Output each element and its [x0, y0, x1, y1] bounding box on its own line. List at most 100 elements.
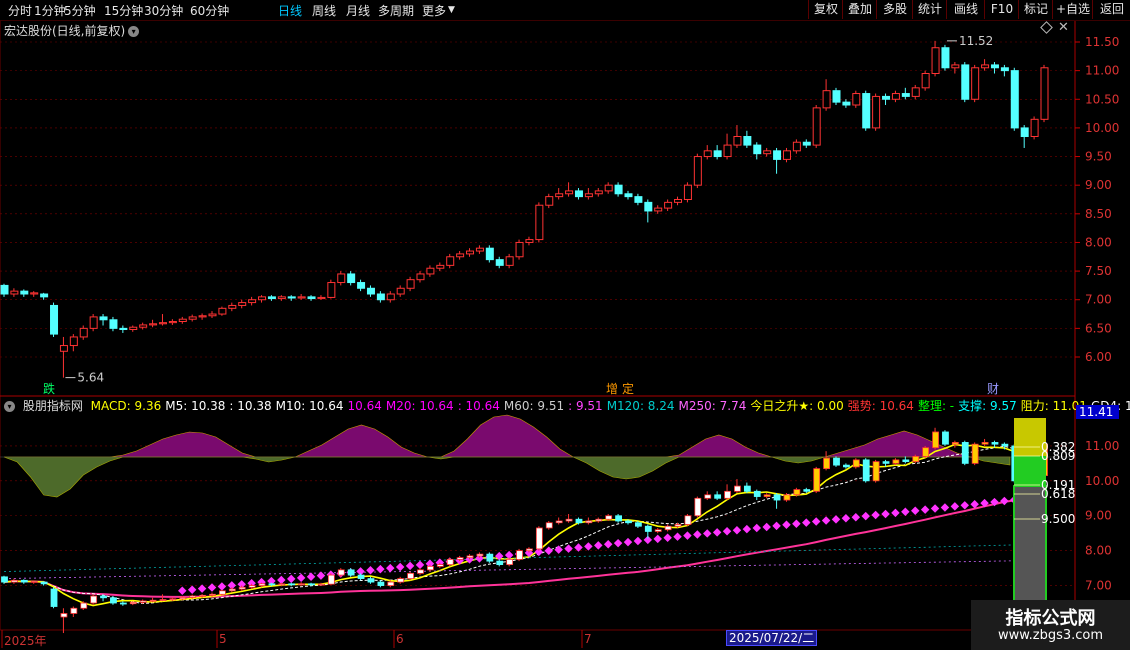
ind-candle-body: [783, 494, 791, 501]
ind-candle-body: [407, 572, 414, 579]
support-diamond: [296, 573, 306, 583]
indicator-value-13: 整理: -: [917, 399, 955, 413]
candle-body: [307, 296, 316, 300]
ind-candle-body: [694, 497, 702, 517]
indicator-value-9: M120: 8.24: [606, 399, 675, 413]
ind-candle-body: [803, 489, 811, 492]
chart-canvas[interactable]: 11.50 11.00 10.50 10.00 9.50 9.00 8.50 8.00 7.50…: [0, 0, 1130, 650]
support-diamond: [207, 583, 217, 592]
candle-body: [961, 64, 970, 100]
macd-positive-area: [4, 414, 1010, 458]
period-tab-4[interactable]: 30分钟: [144, 2, 183, 19]
ind-candle-body: [773, 494, 781, 501]
ind-candle-body: [248, 585, 256, 588]
support-diamond: [395, 562, 405, 572]
candle-body: [802, 141, 811, 146]
ind-candle-body: [664, 525, 672, 531]
period-tab-2[interactable]: 5分钟: [64, 2, 96, 19]
toolbar-button-2[interactable]: 多股: [876, 0, 913, 19]
candle-body: [337, 273, 346, 284]
support-diamond: [673, 532, 682, 541]
toolbar-button-1[interactable]: 叠加: [842, 0, 877, 19]
ind-candle-body: [833, 457, 840, 466]
period-tab-7[interactable]: 周线: [312, 2, 336, 19]
candle-body: [1020, 127, 1029, 137]
ind-candle-body: [684, 515, 692, 525]
ind-candle-body: [387, 581, 395, 586]
candle-body: [782, 150, 791, 160]
toolbar-button-3[interactable]: 统计: [912, 0, 947, 19]
ind-axis-label: 11.00: [1085, 439, 1119, 453]
m5-line: [3, 443, 1044, 607]
indicator-value-14: 支撑: 9.57: [958, 399, 1017, 413]
support-diamond: [415, 560, 425, 570]
ind-candle-body: [545, 522, 553, 529]
indicator-header: ▾ 股朋指标网 MACD: 9.36 M5: 10.38: 10.38 M10: 1…: [0, 397, 1130, 413]
price-axis-label: 11.50: [1085, 35, 1119, 49]
price-axis-label: 6.50: [1085, 321, 1112, 335]
price-axis-label: 6.00: [1085, 350, 1112, 364]
candle-body: [505, 256, 514, 266]
ind-candle-body: [555, 520, 563, 524]
support-diamond: [594, 541, 603, 550]
candle-body: [446, 256, 455, 266]
candle-body: [584, 193, 593, 198]
candle-body: [158, 322, 167, 325]
support-diamond: [712, 528, 722, 537]
support-diamond: [871, 510, 880, 520]
price-axis-label: 10.00: [1085, 121, 1119, 135]
candle-body: [773, 150, 782, 160]
period-tab-5[interactable]: 60分钟: [190, 2, 229, 19]
candle-body: [258, 296, 267, 301]
period-tab-10[interactable]: 更多: [422, 2, 446, 19]
candle-body: [69, 336, 78, 347]
ind-candle-body: [644, 525, 652, 532]
toolbar-button-8[interactable]: 返回: [1092, 0, 1130, 19]
period-tab-6[interactable]: 日线: [278, 2, 302, 19]
candle-body: [208, 313, 217, 317]
ind-candle-body: [327, 574, 335, 585]
period-tab-0[interactable]: 分时: [8, 2, 32, 19]
date-tick-2: 6: [396, 632, 404, 646]
ind-candle-body: [961, 442, 969, 464]
indicator-name[interactable]: 股朋指标网: [23, 399, 83, 413]
ind-candle-body: [922, 447, 930, 457]
ind-candle-body: [50, 588, 58, 607]
candle-body: [981, 64, 990, 69]
more-dropdown-icon[interactable]: ▼: [448, 5, 455, 15]
support-diamond: [405, 561, 415, 571]
toolbar-button-0[interactable]: 复权: [808, 0, 843, 19]
indicator-chevron-icon[interactable]: ▾: [4, 401, 15, 412]
toolbar-button-5[interactable]: F10: [984, 0, 1019, 19]
candle-body: [238, 302, 247, 306]
chevron-down-icon[interactable]: ▾: [128, 26, 140, 37]
candle-body: [931, 47, 940, 74]
period-tab-1[interactable]: 1分钟: [34, 2, 66, 19]
candle-body: [693, 156, 702, 186]
support-diamond: [286, 574, 296, 584]
ind-candle-body: [932, 431, 939, 449]
candle-body: [317, 296, 326, 300]
support-diamond: [178, 586, 187, 596]
toolbar-button-7[interactable]: +自选: [1052, 0, 1093, 19]
candle-body: [733, 136, 742, 146]
toolbar-button-6[interactable]: 标记: [1018, 0, 1053, 19]
candle-body: [703, 150, 712, 158]
ind-candle-body: [100, 595, 107, 599]
period-tab-3[interactable]: 15分钟: [104, 2, 143, 19]
candle-body: [40, 293, 49, 298]
support-diamond: [901, 507, 910, 517]
close-icon[interactable]: ✕: [1058, 20, 1069, 35]
toolbar-button-4[interactable]: 画线: [946, 0, 985, 19]
support-diamond: [891, 508, 900, 518]
period-tab-8[interactable]: 月线: [346, 2, 370, 19]
cursor-date: 2025/07/22/二: [726, 630, 818, 646]
candle-body: [901, 93, 910, 97]
ind-candle-body: [219, 590, 226, 595]
candle-body: [119, 327, 128, 331]
high-label: 11.52: [959, 34, 993, 48]
ind-candle-body: [268, 583, 276, 586]
period-tab-9[interactable]: 多周期: [378, 2, 414, 19]
candle-body: [852, 93, 861, 106]
ind-candle-body: [466, 555, 474, 559]
